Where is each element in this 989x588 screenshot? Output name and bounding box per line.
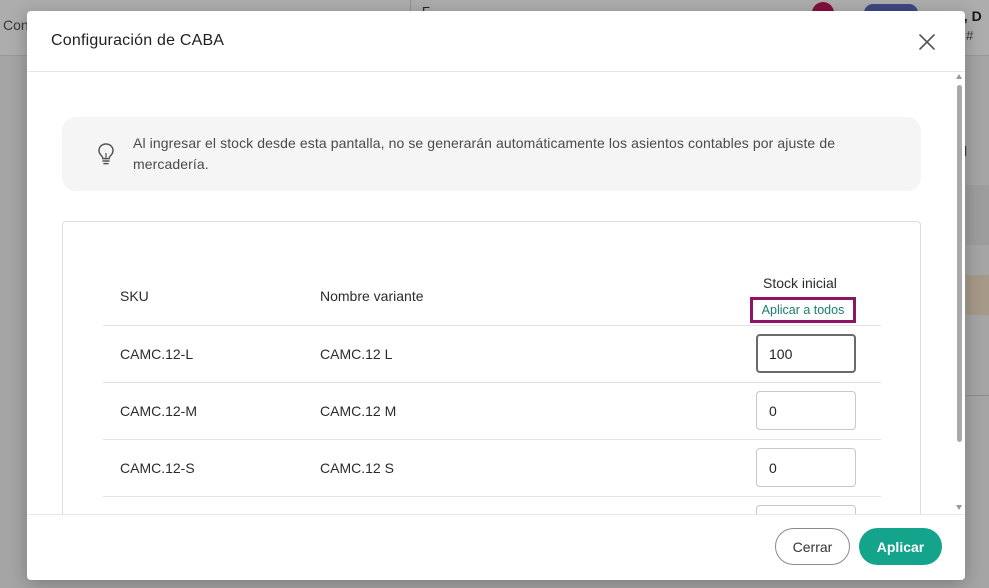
modal-scrollbar[interactable] bbox=[954, 73, 965, 514]
table-cell-sku: CAMC.12-L bbox=[120, 346, 194, 362]
close-button[interactable] bbox=[914, 29, 940, 55]
scroll-down-arrow-icon[interactable] bbox=[956, 505, 962, 510]
table-cell-sku: CAMC.12-S bbox=[120, 460, 195, 476]
lightbulb-icon bbox=[98, 143, 114, 165]
stock-input[interactable] bbox=[756, 334, 856, 373]
table-divider bbox=[103, 325, 881, 326]
modal-title: Configuración de CABA bbox=[51, 32, 225, 49]
modal-body: Al ingresar el stock desde esta pantalla… bbox=[27, 73, 965, 514]
close-icon bbox=[919, 34, 935, 50]
stock-input-partial[interactable] bbox=[756, 505, 856, 514]
table-divider bbox=[103, 382, 881, 383]
column-header-name: Nombre variante bbox=[320, 288, 424, 304]
modal-footer: Cerrar Aplicar bbox=[27, 514, 965, 580]
stock-table: SKU Nombre variante Stock inicial Aplica… bbox=[62, 221, 921, 514]
apply-to-all-link[interactable]: Aplicar a todos bbox=[750, 297, 856, 323]
info-banner: Al ingresar el stock desde esta pantalla… bbox=[62, 117, 921, 191]
scroll-thumb[interactable] bbox=[957, 85, 962, 442]
close-modal-button[interactable]: Cerrar bbox=[775, 528, 850, 565]
table-cell-name: CAMC.12 S bbox=[320, 460, 394, 476]
table-divider bbox=[103, 496, 881, 497]
table-cell-sku: CAMC.12-M bbox=[120, 403, 198, 419]
table-cell-name: CAMC.12 M bbox=[320, 403, 397, 419]
stock-input[interactable] bbox=[756, 448, 856, 487]
modal-header: Configuración de CABA bbox=[27, 11, 965, 72]
stock-input[interactable] bbox=[756, 391, 856, 430]
table-divider bbox=[103, 439, 881, 440]
scroll-up-arrow-icon[interactable] bbox=[956, 74, 962, 79]
info-message: Al ingresar el stock desde esta pantalla… bbox=[133, 135, 836, 172]
column-header-stock: Stock inicial bbox=[763, 275, 837, 291]
table-cell-name: CAMC.12 L bbox=[320, 346, 393, 362]
apply-button[interactable]: Aplicar bbox=[859, 528, 942, 565]
column-header-sku: SKU bbox=[120, 288, 149, 304]
config-modal: Configuración de CABA Al ingresar el sto… bbox=[27, 11, 965, 580]
